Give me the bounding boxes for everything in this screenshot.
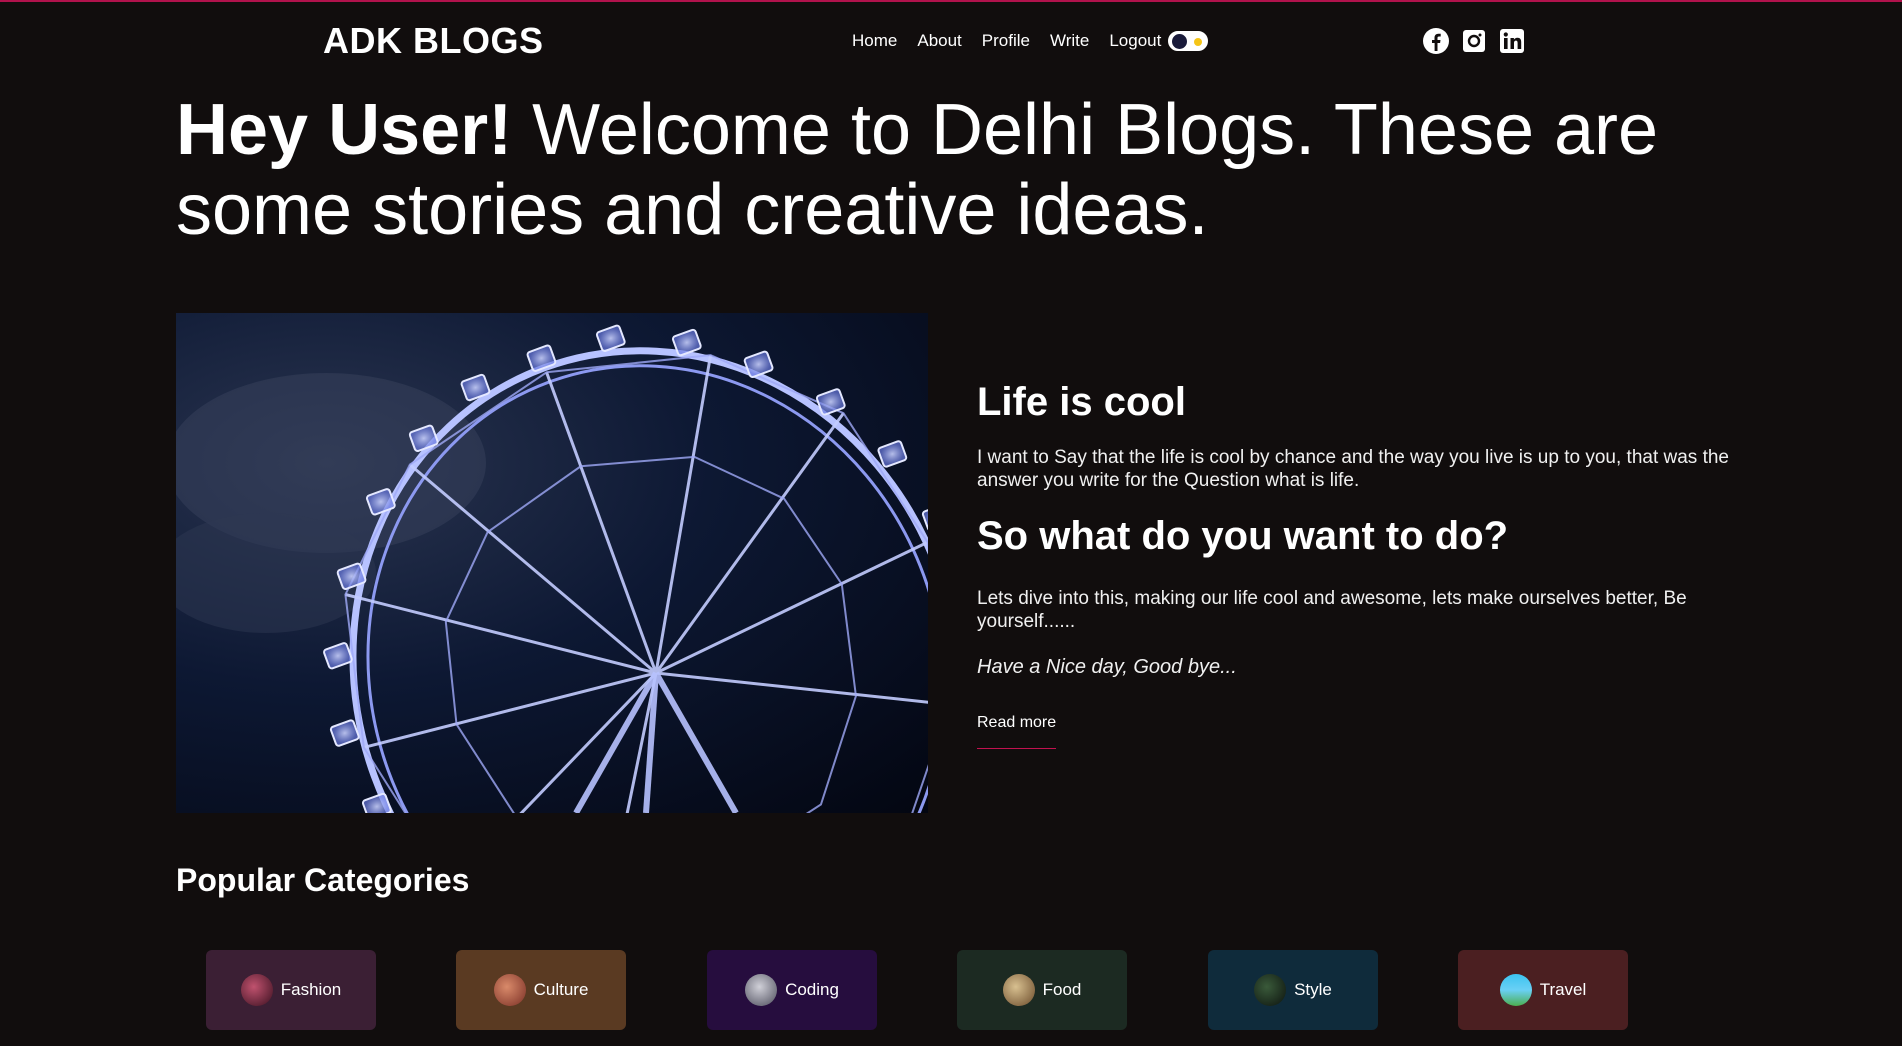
social-links bbox=[1422, 27, 1526, 55]
category-avatar bbox=[1499, 974, 1532, 1006]
category-label: Food bbox=[1042, 980, 1082, 999]
category-label: Travel bbox=[1539, 980, 1587, 999]
nav-logout[interactable]: Logout bbox=[1109, 31, 1161, 51]
sun-icon bbox=[1194, 38, 1202, 46]
hero-greeting: Hey User! bbox=[176, 90, 513, 170]
category-avatar bbox=[493, 974, 526, 1006]
category-avatar bbox=[240, 974, 273, 1006]
instagram-icon[interactable] bbox=[1460, 27, 1488, 55]
site-logo[interactable]: ADK BLOGS bbox=[323, 20, 544, 62]
post-signoff: Have a Nice day, Good bye... bbox=[977, 656, 1237, 678]
nav-about[interactable]: About bbox=[917, 31, 961, 51]
top-accent-bar bbox=[0, 0, 1902, 2]
theme-toggle[interactable] bbox=[1168, 31, 1208, 51]
category-avatar bbox=[1002, 974, 1035, 1006]
category-style[interactable]: Style bbox=[1208, 950, 1378, 1030]
category-label: Culture bbox=[533, 980, 589, 999]
categories-heading: Popular Categories bbox=[176, 862, 470, 898]
category-label: Coding bbox=[785, 980, 839, 999]
category-coding[interactable]: Coding bbox=[707, 950, 877, 1030]
main-nav: Home About Profile Write Logout bbox=[852, 31, 1161, 51]
category-travel[interactable]: Travel bbox=[1458, 950, 1628, 1030]
post-paragraph: Lets dive into this, making our life coo… bbox=[977, 588, 1687, 632]
moon-icon bbox=[1172, 34, 1187, 49]
ferris-wheel-illustration bbox=[176, 324, 928, 813]
hero-heading: Hey User! Welcome to Delhi Blogs. These … bbox=[176, 90, 1736, 250]
read-more-link[interactable]: Read more bbox=[977, 714, 1057, 749]
facebook-icon[interactable] bbox=[1422, 27, 1450, 55]
nav-home[interactable]: Home bbox=[852, 31, 897, 51]
featured-post: Life is cool I want to Say that the life… bbox=[977, 378, 1737, 749]
nav-profile[interactable]: Profile bbox=[982, 31, 1030, 51]
linkedin-icon[interactable] bbox=[1498, 27, 1526, 55]
featured-post-image[interactable] bbox=[176, 313, 928, 813]
nav-write[interactable]: Write bbox=[1050, 31, 1089, 51]
category-culture[interactable]: Culture bbox=[456, 950, 626, 1030]
category-avatar bbox=[1254, 974, 1287, 1006]
category-label: Style bbox=[1294, 980, 1332, 999]
post-title: Life is cool bbox=[977, 380, 1186, 424]
category-avatar bbox=[745, 974, 778, 1006]
post-paragraph: I want to Say that the life is cool by c… bbox=[977, 447, 1729, 491]
category-fashion[interactable]: Fashion bbox=[206, 950, 376, 1030]
category-label: Fashion bbox=[280, 980, 342, 999]
category-food[interactable]: Food bbox=[957, 950, 1127, 1030]
post-subtitle: So what do you want to do? bbox=[977, 514, 1509, 558]
